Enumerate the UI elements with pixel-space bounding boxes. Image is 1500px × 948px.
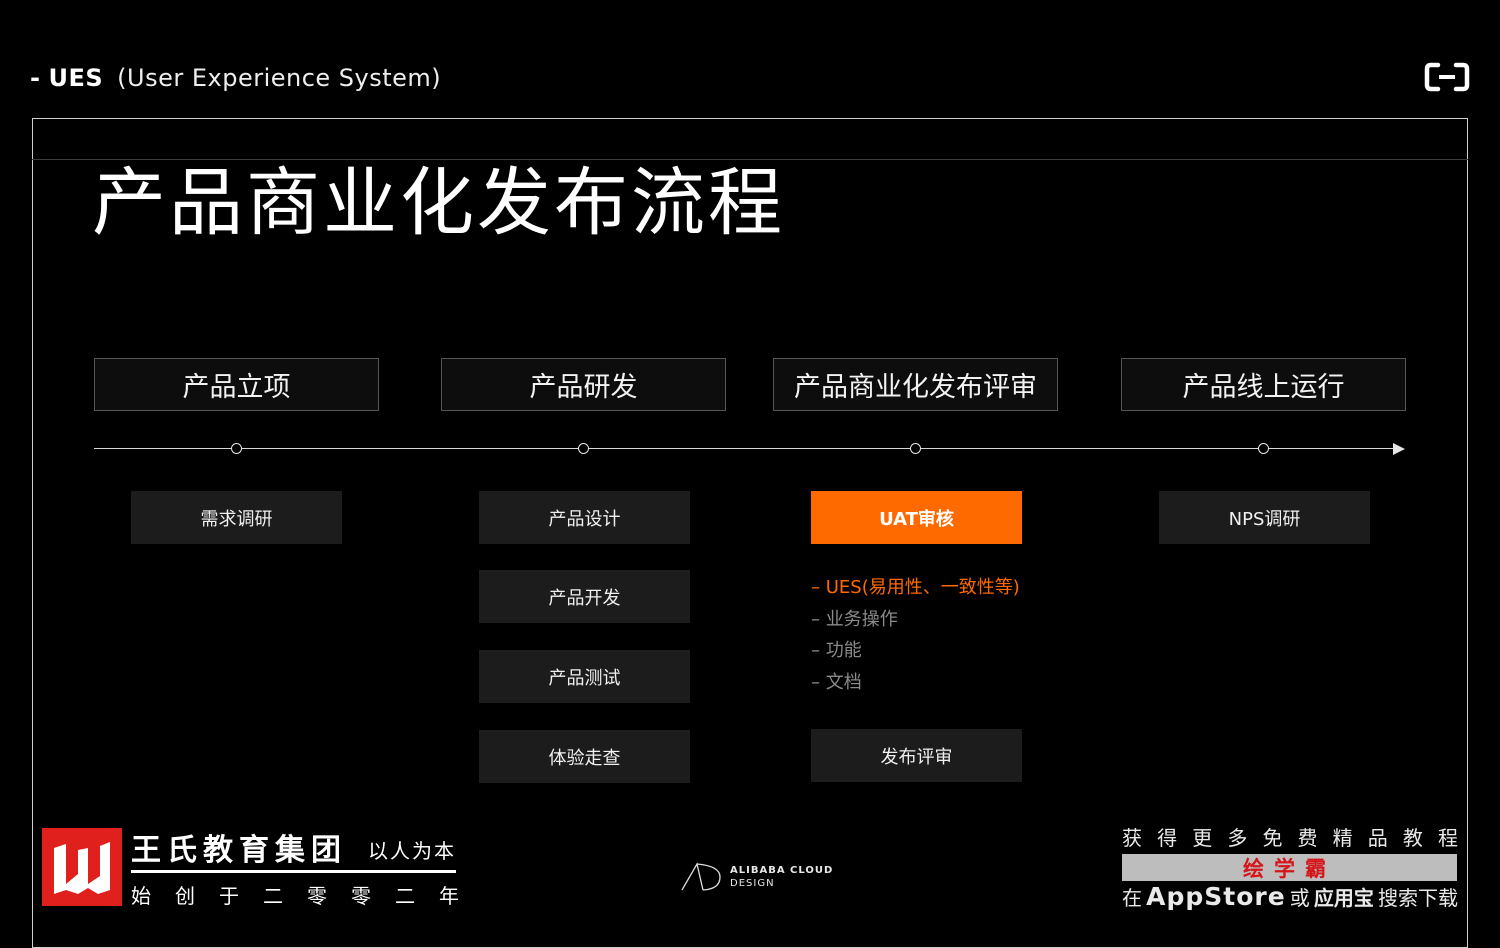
founded-char: 创 <box>175 884 195 908</box>
promo-char: 程 <box>1437 826 1458 850</box>
alibaba-cloud-design-text: ALIBABA CLOUD DESIGN <box>730 864 833 890</box>
step-product-development: 产品开发 <box>479 570 690 623</box>
alibaba-cloud-design-logo-icon <box>681 862 721 891</box>
promo-bottom-line: 在 AppStore 或 应用宝 搜索下载 <box>1122 882 1458 911</box>
founded-char: 始 <box>131 884 151 908</box>
promo-char: 免 <box>1262 826 1283 850</box>
alibaba-cloud-line2: DESIGN <box>730 878 775 889</box>
timeline-arrow-icon <box>1393 443 1405 455</box>
timeline-node-online-operation <box>1258 443 1269 454</box>
timeline-line <box>94 448 1394 449</box>
wang-divider <box>131 870 456 873</box>
page-title: 产品商业化发布流程 <box>92 160 785 246</box>
promo-char: 获 <box>1122 826 1142 850</box>
checklist-item-business: – 业务操作 <box>811 608 898 630</box>
step-product-testing: 产品测试 <box>479 650 690 703</box>
founded-char: 零 <box>307 884 327 908</box>
timeline-node-release-review <box>910 443 921 454</box>
promo-char: 费 <box>1297 826 1318 850</box>
step-uat-review: UAT审核 <box>811 491 1022 544</box>
stage-release-review: 产品商业化发布评审 <box>773 358 1058 411</box>
founded-char: 零 <box>351 884 371 908</box>
founded-char: 二 <box>395 884 415 908</box>
promo-top-line: 获 得 更 多 免 费 精 品 教 程 <box>1122 825 1458 851</box>
checklist-item-function: – 功能 <box>811 640 862 661</box>
step-experience-walkthrough: 体验走查 <box>479 730 690 783</box>
step-product-design: 产品设计 <box>479 491 690 544</box>
wang-founded-line: 始 创 于 二 零 零 二 年 <box>131 883 459 909</box>
promo-char: 精 <box>1332 826 1353 850</box>
header-subtitle: (User Experience System) <box>117 64 442 92</box>
promo-suffix: 搜索下载 <box>1378 886 1458 910</box>
header-title: UES <box>48 64 104 92</box>
checklist-item-docs: – 文档 <box>811 671 862 693</box>
founded-char: 年 <box>439 884 459 908</box>
promo-brand-bar: 绘学霸 <box>1122 854 1457 881</box>
timeline-node-development <box>578 443 589 454</box>
uat-checklist: – UES(易用性、一致性等) – 业务操作 – 功能 – 文档 <box>811 572 1020 698</box>
promo-prefix: 在 <box>1122 886 1142 910</box>
stage-online-operation: 产品线上运行 <box>1121 358 1406 411</box>
wang-education-title: 王氏教育集团 <box>131 833 347 868</box>
promo-appstore: AppStore <box>1146 882 1286 911</box>
stage-initiation: 产品立项 <box>94 358 379 411</box>
wang-education-slogan: 以人为本 <box>368 839 456 863</box>
wang-w-mark-icon <box>54 842 110 894</box>
founded-char: 于 <box>219 884 239 908</box>
promo-char: 多 <box>1227 826 1248 850</box>
promo-yingyongbao: 应用宝 <box>1313 886 1374 910</box>
header-dash: - <box>30 64 41 92</box>
promo-or: 或 <box>1289 886 1310 910</box>
wang-education-logo-icon <box>42 828 122 906</box>
promo-char: 得 <box>1157 826 1178 850</box>
step-release-review: 发布评审 <box>811 729 1022 782</box>
promo-char: 品 <box>1367 826 1388 850</box>
section-header: - UES (User Experience System) <box>30 60 441 96</box>
timeline-node-initiation <box>231 443 242 454</box>
promo-char: 更 <box>1192 826 1213 850</box>
alibaba-cloud-line1: ALIBABA CLOUD <box>730 865 834 876</box>
step-requirements-research: 需求调研 <box>131 491 342 544</box>
alibaba-cloud-logo-icon <box>1424 62 1470 92</box>
step-nps-research: NPS调研 <box>1159 491 1370 544</box>
checklist-item-ues: – UES(易用性、一致性等) <box>811 577 1020 598</box>
promo-char: 教 <box>1402 826 1423 850</box>
stage-development: 产品研发 <box>441 358 726 411</box>
founded-char: 二 <box>263 884 283 908</box>
